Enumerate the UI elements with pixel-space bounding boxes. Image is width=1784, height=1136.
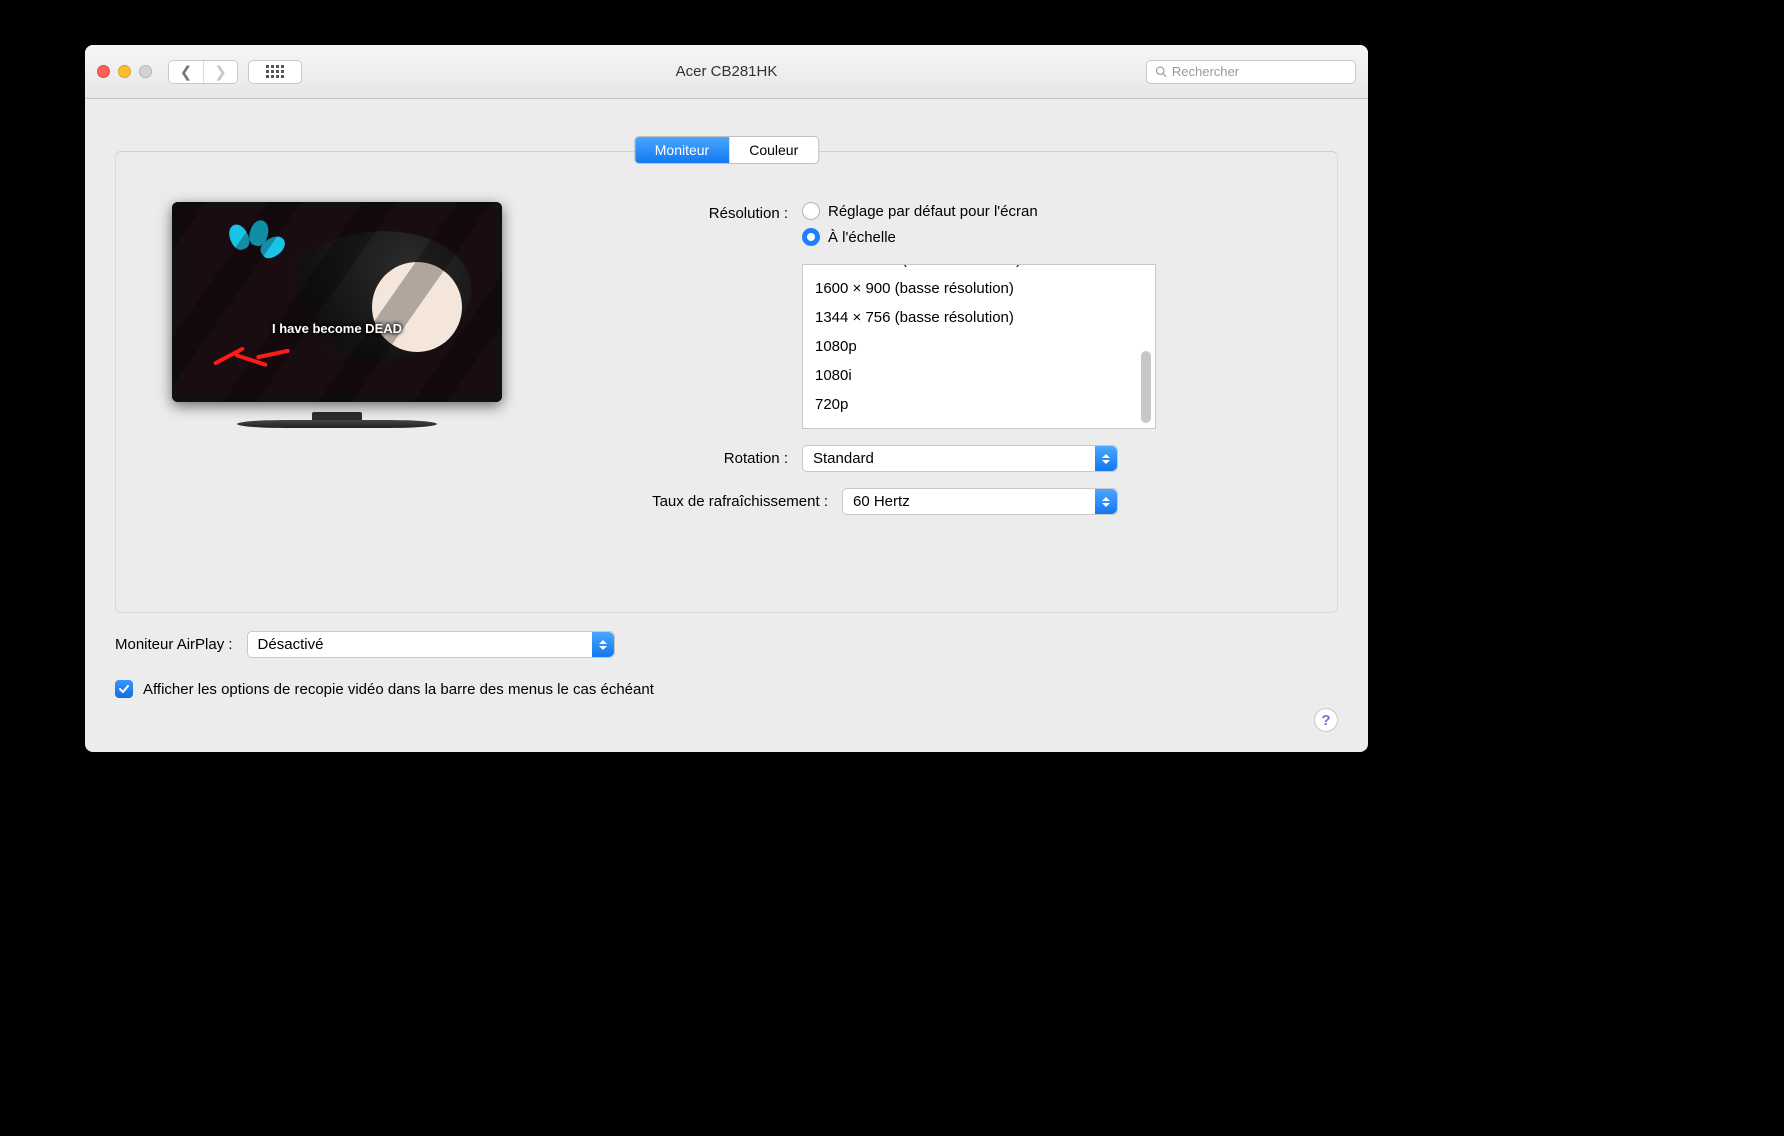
radio-label-default: Réglage par défaut pour l'écran [828, 203, 1038, 220]
chevron-updown-icon [1095, 489, 1117, 514]
resolution-radio-scaled[interactable]: À l'échelle [802, 228, 1156, 246]
titlebar: ❮ ❯ Acer CB281HK [85, 45, 1368, 99]
tab-monitor[interactable]: Moniteur [635, 137, 729, 163]
zoom-window-button[interactable] [139, 65, 152, 78]
refresh-label: Taux de rafraîchissement : [582, 493, 842, 510]
minimize-window-button[interactable] [118, 65, 131, 78]
window-title: Acer CB281HK [676, 63, 778, 80]
illustration-subtitle: I have become DEAD [272, 321, 402, 336]
checkmark-icon [118, 683, 130, 695]
resolution-list[interactable]: 2048 × 1152 (basse résolution) 1600 × 90… [802, 264, 1156, 429]
nav-buttons: ❮ ❯ [168, 60, 238, 84]
chevron-updown-icon [592, 632, 614, 657]
tab-color[interactable]: Couleur [729, 137, 818, 163]
search-field[interactable] [1146, 60, 1356, 84]
close-window-button[interactable] [97, 65, 110, 78]
back-button[interactable]: ❮ [169, 61, 203, 83]
preferences-window: ❮ ❯ Acer CB281HK Moniteur Couleur [85, 45, 1368, 752]
show-all-button[interactable] [248, 60, 302, 84]
main-panel: Moniteur Couleur I have become DEAD Rés [115, 151, 1338, 613]
radio-label-scaled: À l'échelle [828, 229, 896, 246]
help-button[interactable]: ? [1314, 708, 1338, 732]
refresh-value: 60 Hertz [853, 493, 910, 510]
mirror-checkbox[interactable] [115, 680, 133, 698]
resolution-option[interactable]: 2048 × 1152 (basse résolution) [815, 264, 1133, 274]
airplay-select[interactable]: Désactivé [247, 631, 615, 658]
resolution-option[interactable]: 1080i [815, 361, 1133, 390]
resolution-option[interactable]: 1600 × 900 (basse résolution) [815, 274, 1133, 303]
resolution-option[interactable]: 1080p [815, 332, 1133, 361]
bottom-section: Moniteur AirPlay : Désactivé Afficher le… [85, 613, 1368, 698]
rotation-label: Rotation : [582, 450, 802, 467]
airplay-value: Désactivé [258, 636, 324, 653]
forward-button[interactable]: ❯ [203, 61, 237, 83]
search-icon [1155, 65, 1167, 78]
refresh-select[interactable]: 60 Hertz [842, 488, 1118, 515]
traffic-lights [97, 65, 152, 78]
rotation-select[interactable]: Standard [802, 445, 1118, 472]
rotation-value: Standard [813, 450, 874, 467]
resolution-option[interactable]: 720p [815, 390, 1133, 419]
resolution-radio-default[interactable]: Réglage par défaut pour l'écran [802, 202, 1156, 220]
resolution-option[interactable]: 1344 × 756 (basse résolution) [815, 303, 1133, 332]
grid-icon [266, 65, 284, 78]
mirror-checkbox-label: Afficher les options de recopie vidéo da… [143, 681, 654, 698]
tab-bar: Moniteur Couleur [634, 136, 820, 164]
scrollbar-thumb[interactable] [1141, 351, 1151, 423]
monitor-illustration: I have become DEAD [172, 202, 502, 422]
chevron-updown-icon [1095, 446, 1117, 471]
search-input[interactable] [1172, 64, 1347, 79]
airplay-label: Moniteur AirPlay : [115, 636, 233, 653]
resolution-label: Résolution : [582, 202, 802, 222]
